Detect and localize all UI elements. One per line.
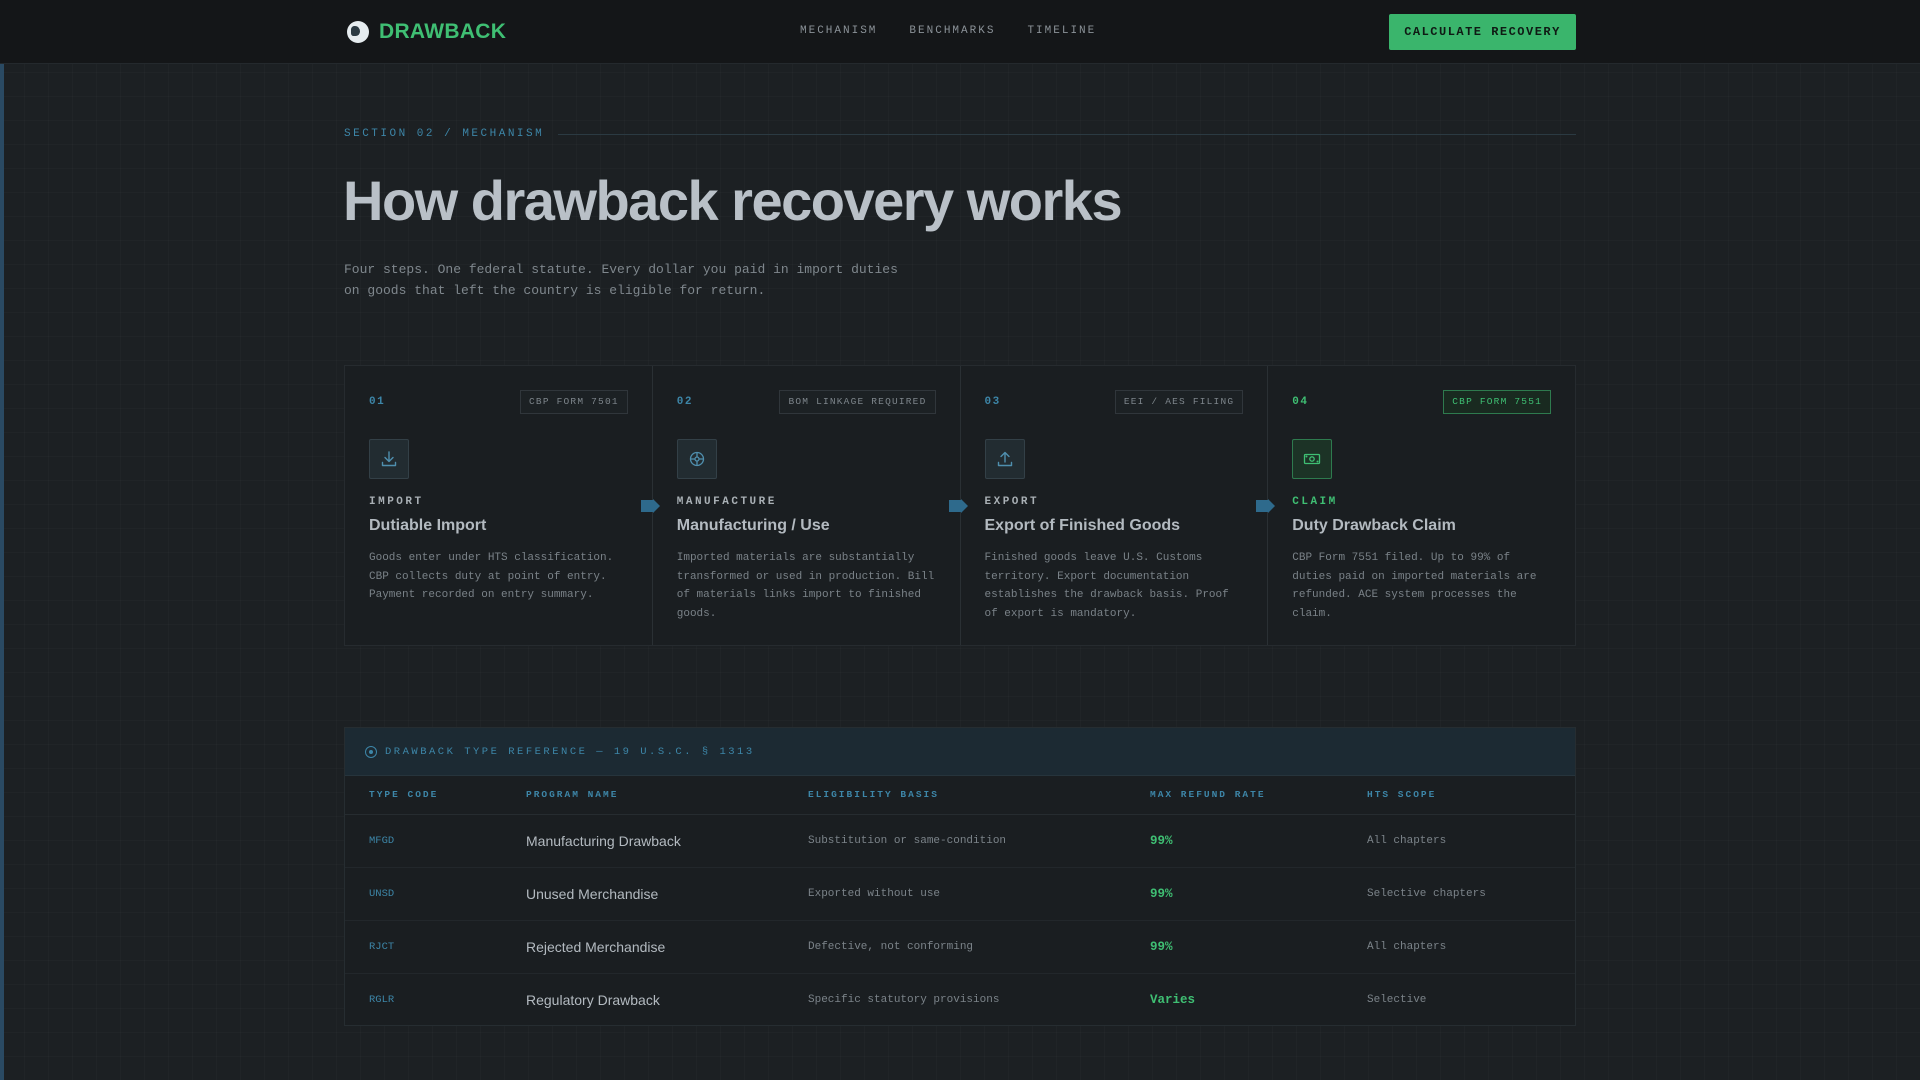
target-icon [365,745,377,758]
reference-table: TYPE CODE PROGRAM NAME ELIGIBILITY BASIS… [345,776,1575,1026]
globe-icon [347,21,369,43]
step-number: 02 [676,396,693,408]
main-nav: MECHANISM BENCHMARKS TIMELINE [800,25,1096,37]
eligibility-basis: Defective, not conforming [784,920,1126,974]
calculate-recovery-button[interactable]: CALCULATE RECOVERY [1389,14,1576,50]
column-header: PROGRAM NAME [502,776,784,815]
step-kicker: MANUFACTURE [676,496,777,508]
table-header-row: TYPE CODE PROGRAM NAME ELIGIBILITY BASIS… [345,776,1575,815]
table-row: MFGD Manufacturing Drawback Substitution… [345,814,1575,868]
hts-scope: Selective chapters [1343,867,1575,921]
subtitle-line-2: on goods that left the country is eligib… [344,283,766,298]
table-row: RGLR Regulatory Drawback Specific statut… [345,973,1575,1026]
step-card-claim: 04 CBP FORM 7551 CLAIM Duty Drawback Cla… [1268,366,1575,645]
process-steps: 01 CBP FORM 7501 IMPORT Dutiable Import … [344,365,1576,646]
max-refund-rate: 99% [1126,920,1343,974]
upload-icon [984,439,1025,479]
max-refund-rate: 99% [1126,814,1343,868]
max-refund-rate: 99% [1126,867,1343,921]
step-title: Dutiable Import [369,517,487,534]
step-kicker: CLAIM [1292,496,1338,508]
column-header: HTS SCOPE [1343,776,1575,815]
step-badge: CBP FORM 7551 [1443,390,1551,414]
type-code: MFGD [345,814,502,868]
arrow-right-icon [948,498,973,514]
step-title: Manufacturing / Use [676,517,830,534]
eligibility-basis: Exported without use [784,867,1126,921]
program-name: Rejected Merchandise [502,920,784,974]
money-icon [1292,439,1333,479]
arrow-right-icon [1256,498,1280,514]
section-label: SECTION 02 / MECHANISM [344,128,545,140]
brand[interactable]: DRAWBACK [347,20,506,44]
step-kicker: IMPORT [369,496,424,508]
step-description: CBP Form 7551 filed. Up to 99% of duties… [1292,552,1537,620]
divider [558,133,1576,135]
program-name: Manufacturing Drawback [502,814,784,868]
column-header: TYPE CODE [345,776,502,815]
step-number: 01 [369,396,386,408]
step-description: Goods enter under HTS classification. CB… [369,552,614,601]
step-card-import: 01 CBP FORM 7501 IMPORT Dutiable Import … [345,366,660,645]
left-accent-rail [0,64,4,1080]
step-card-manufacture: 02 BOM LINKAGE REQUIRED MANUFACTURE Manu… [653,366,968,645]
table-row: RJCT Rejected Merchandise Defective, not… [345,920,1575,974]
type-code: RGLR [369,993,395,1006]
column-header: ELIGIBILITY BASIS [784,776,1126,815]
page-title: How drawback recovery works [343,169,1123,232]
nav-link-timeline[interactable]: TIMELINE [1027,25,1096,37]
step-description: Finished goods leave U.S. Customs territ… [984,552,1229,620]
reference-header: DRAWBACK TYPE REFERENCE — 19 U.S.C. § 13… [345,728,1575,776]
step-number: 04 [1292,396,1309,408]
download-icon [369,439,409,479]
hts-scope: All chapters [1343,814,1575,868]
eligibility-basis: Substitution or same-condition [784,814,1126,868]
step-number: 03 [984,396,1001,408]
nav-link-benchmarks[interactable]: BENCHMARKS [909,25,995,37]
hts-scope: All chapters [1343,920,1575,974]
reference-title: DRAWBACK TYPE REFERENCE — 19 U.S.C. § 13… [385,745,755,758]
page-subtitle: Four steps. One federal statute. Every d… [344,259,944,301]
step-title: Duty Drawback Claim [1292,517,1456,534]
hts-scope: Selective [1367,993,1427,1006]
eligibility-basis: Specific statutory provisions [808,993,1000,1006]
type-code: UNSD [345,867,502,921]
gear-icon [676,439,717,479]
subtitle-line-1: Four steps. One federal statute. Every d… [344,262,898,277]
program-name: Unused Merchandise [502,867,784,921]
step-badge: EEI / AES FILING [1114,390,1244,414]
section-eyebrow: SECTION 02 / MECHANISM [344,128,1576,140]
step-title: Export of Finished Goods [984,517,1181,534]
column-header: MAX REFUND RATE [1126,776,1343,815]
type-code: RJCT [345,920,502,974]
step-card-export: 03 EEI / AES FILING EXPORT Export of Fin… [961,366,1276,645]
step-description: Imported materials are substantially tra… [676,552,935,620]
drawback-type-reference: DRAWBACK TYPE REFERENCE — 19 U.S.C. § 13… [344,727,1576,1026]
arrow-right-icon [640,498,665,514]
brand-name: DRAWBACK [379,20,507,43]
max-refund-rate: Varies [1150,992,1196,1007]
table-row: UNSD Unused Merchandise Exported without… [345,867,1575,921]
nav-link-mechanism[interactable]: MECHANISM [800,25,877,37]
step-badge: BOM LINKAGE REQUIRED [779,390,936,414]
step-kicker: EXPORT [984,496,1040,508]
top-navigation-bar: DRAWBACK MECHANISM BENCHMARKS TIMELINE C… [0,0,1920,64]
program-name: Regulatory Drawback [526,991,660,1008]
step-badge: CBP FORM 7501 [520,390,628,414]
